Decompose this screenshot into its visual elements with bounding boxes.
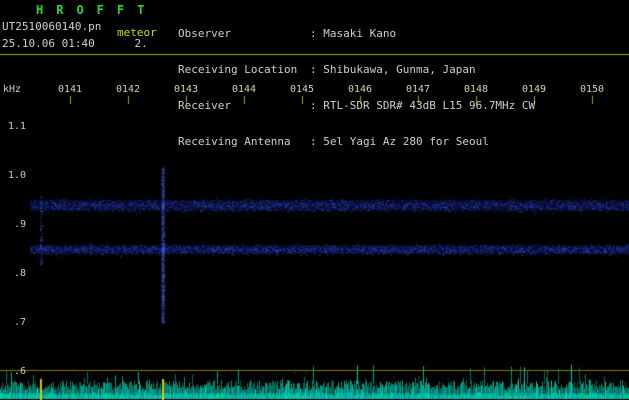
info-value: Masaki Kano — [323, 27, 397, 40]
info-colon: : — [310, 63, 324, 76]
x-tick-label: 0143 — [173, 84, 199, 95]
y-tick-label: .7 — [13, 317, 26, 328]
y-axis-unit: kHz — [3, 84, 22, 95]
output-filename: UT2510060140.pn — [2, 20, 102, 33]
info-row-antenna: Receiving Antenna: 5el Yagi Az 280 for S… — [178, 136, 535, 148]
info-label: Receiver — [178, 99, 231, 112]
timestamp: 25.10.06 01:40 2. — [2, 37, 148, 50]
info-colon: : — [310, 99, 324, 112]
x-tick-label: 0148 — [463, 84, 489, 95]
info-label: Observer — [178, 27, 231, 40]
info-row-location: Receiving Location: Shibukawa, Gunma, Ja… — [178, 64, 535, 76]
hrofft-window: HROFFT UT2510060140.pn meteor 25.10.06 0… — [0, 0, 629, 400]
y-tick-label: 1.0 — [7, 170, 26, 181]
x-tick-label: 0144 — [231, 84, 257, 95]
info-colon: : — [310, 27, 324, 40]
x-tick-label: 0145 — [289, 84, 315, 95]
y-tick-label: .9 — [13, 219, 26, 230]
x-tick-label: 0147 — [405, 84, 431, 95]
y-tick-label: .8 — [13, 268, 26, 279]
x-tick-label: 0149 — [521, 84, 547, 95]
info-row-observer: Observer: Masaki Kano — [178, 28, 535, 40]
x-tick-label: 0146 — [347, 84, 373, 95]
info-label: Receiving Antenna — [178, 135, 291, 148]
info-value: RTL-SDR SDR# 43dB L15 96.7MHz CW — [323, 99, 536, 112]
info-value: Shibukawa, Gunma, Japan — [323, 63, 476, 76]
y-tick-label: 1.1 — [7, 121, 26, 132]
info-colon: : — [310, 135, 324, 148]
info-label: Receiving Location — [178, 63, 298, 76]
y-tick-label: .6 — [13, 366, 26, 377]
x-tick-label: 0150 — [579, 84, 605, 95]
info-value: 5el Yagi Az 280 for Seoul — [323, 135, 489, 148]
x-tick-label: 0141 — [57, 84, 83, 95]
info-row-receiver: Receiver: RTL-SDR SDR# 43dB L15 96.7MHz … — [178, 100, 535, 112]
x-tick-label: 0142 — [115, 84, 141, 95]
app-title: HROFFT — [36, 3, 158, 17]
